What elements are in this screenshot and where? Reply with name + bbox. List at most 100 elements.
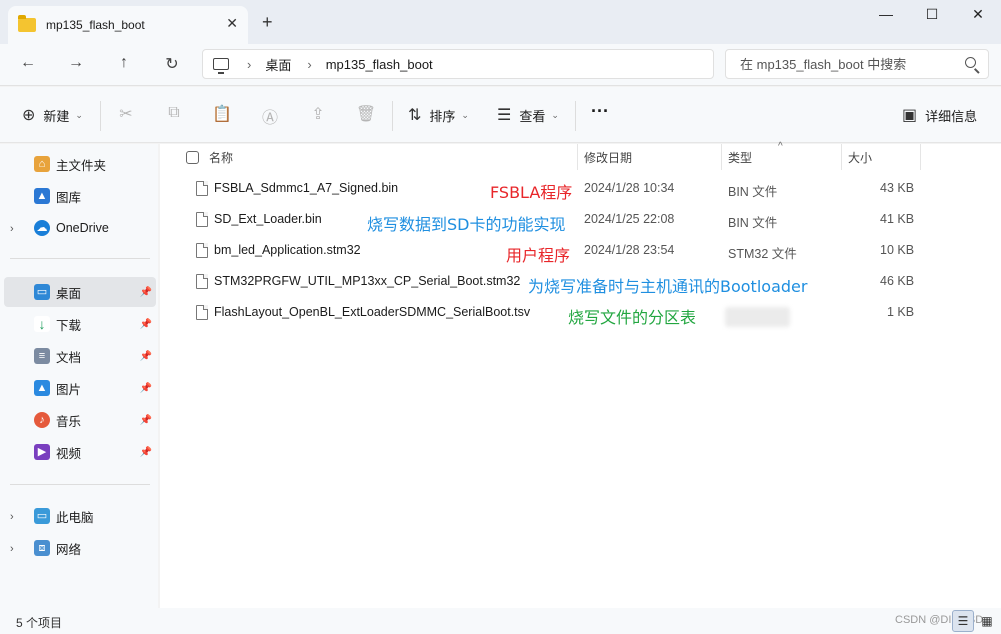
rename-icon[interactable]: Ⓐ xyxy=(259,104,281,128)
breadcrumb-desktop[interactable]: 桌面 xyxy=(265,55,291,74)
cut-icon[interactable]: ✂ xyxy=(115,104,137,124)
sidebar-item-gallery[interactable]: ▲ 图库 xyxy=(4,181,156,211)
file-icon xyxy=(196,212,208,227)
pin-icon[interactable]: 📌 xyxy=(140,319,152,330)
home-icon: ⌂ xyxy=(34,156,50,172)
toolbar-divider xyxy=(392,101,393,131)
more-options-button[interactable]: ··· xyxy=(591,101,609,122)
search-input[interactable] xyxy=(740,56,955,72)
column-divider[interactable] xyxy=(841,144,842,170)
pin-icon[interactable]: 📌 xyxy=(140,383,152,394)
paste-icon[interactable]: 📋 xyxy=(211,104,233,124)
sort-label: 排序 xyxy=(429,108,456,124)
refresh-icon[interactable]: ↻ xyxy=(160,54,184,74)
toolbar-divider xyxy=(575,101,576,131)
sidebar-item-this-pc[interactable]: ▭ 此电脑 xyxy=(4,501,156,531)
tab-close-icon[interactable]: ✕ xyxy=(226,15,238,32)
new-tab-button[interactable]: + xyxy=(262,12,273,33)
annotation-flashlayout: 烧写文件的分区表 xyxy=(568,308,697,327)
sidebar-item-pictures[interactable]: ▲ 图片 📌 xyxy=(4,373,156,403)
new-button[interactable]: ⊕ 新建 ⌄ xyxy=(22,105,83,125)
file-icon xyxy=(196,243,208,258)
search-icon xyxy=(965,57,976,68)
column-header-type[interactable]: 类型 xyxy=(728,144,752,170)
navigation-pane: ⌂ 主文件夹 ▲ 图库 › ☁ OneDrive ▭ 桌面 📌 ↓ 下载 📌 ≡… xyxy=(0,144,158,608)
address-bar[interactable]: › 桌面 › mp135_flash_boot xyxy=(202,49,714,79)
file-size: 43 KB xyxy=(880,181,915,195)
sidebar-item-label: 图片 xyxy=(56,382,82,397)
file-type: STM32 文件 xyxy=(728,247,797,261)
share-icon[interactable]: ⇪ xyxy=(307,104,329,124)
annotation-application: 用户程序 xyxy=(506,246,571,265)
pin-icon[interactable]: 📌 xyxy=(140,415,152,426)
search-box[interactable] xyxy=(725,49,989,79)
column-header-size[interactable]: 大小 xyxy=(848,144,872,170)
delete-icon[interactable]: 🗑 xyxy=(355,104,377,124)
forward-arrow-icon[interactable]: → xyxy=(64,54,88,72)
copy-icon[interactable]: ⧉ xyxy=(163,104,185,122)
sidebar-item-music[interactable]: ♪ 音乐 📌 xyxy=(4,405,156,435)
annotation-fsbla: FSBLA程序 xyxy=(490,183,573,202)
pin-icon[interactable]: 📌 xyxy=(140,447,152,458)
title-bar: mp135_flash_boot ✕ + — ☐ ✕ xyxy=(0,0,1001,44)
up-arrow-icon[interactable]: ↑ xyxy=(112,54,136,72)
details-view-icon[interactable]: ☰ xyxy=(952,610,974,632)
column-divider[interactable] xyxy=(721,144,722,170)
file-name: SD_Ext_Loader.bin xyxy=(214,212,322,226)
file-size: 46 KB xyxy=(880,274,915,288)
file-size: 41 KB xyxy=(880,212,915,226)
network-icon: ⧈ xyxy=(34,540,50,556)
details-pane-button[interactable]: ▣ 详细信息 xyxy=(902,105,977,125)
column-header-name[interactable]: 名称 xyxy=(209,144,233,170)
item-count: 5 个项目 xyxy=(16,616,63,630)
column-header-date[interactable]: 修改日期 xyxy=(584,144,632,170)
chevron-down-icon: ⌄ xyxy=(75,109,83,120)
sidebar-item-downloads[interactable]: ↓ 下载 📌 xyxy=(4,309,156,339)
chevron-down-icon: ⌄ xyxy=(461,109,469,120)
music-icon: ♪ xyxy=(34,412,50,428)
column-divider[interactable] xyxy=(577,144,578,170)
video-icon: ▶ xyxy=(34,444,50,460)
back-arrow-icon[interactable]: ← xyxy=(16,54,40,72)
sidebar-item-label: 图库 xyxy=(56,190,82,205)
file-list: 名称 修改日期 ^ 类型 大小 FSBLA_Sdmmc1_A7_Signed.b… xyxy=(160,141,1001,608)
annotation-sd-ext-loader: 烧写数据到SD卡的功能实现 xyxy=(367,215,566,234)
file-row[interactable]: FlashLayout_OpenBL_ExtLoaderSDMMC_Serial… xyxy=(160,297,920,328)
breadcrumb-separator: › xyxy=(247,56,252,72)
computer-icon xyxy=(213,58,229,74)
sidebar-item-home[interactable]: ⌂ 主文件夹 xyxy=(4,149,156,179)
column-size-label: 大小 xyxy=(848,150,873,165)
close-window-button[interactable]: ✕ xyxy=(955,6,1001,23)
tiles-view-icon[interactable]: ▦ xyxy=(976,610,998,632)
pc-icon: ▭ xyxy=(34,508,50,524)
tab-mp135-flash-boot[interactable]: mp135_flash_boot ✕ xyxy=(8,6,248,44)
view-button[interactable]: ☰ 查看 ⌄ xyxy=(497,105,559,125)
select-all-checkbox[interactable] xyxy=(186,144,199,170)
sidebar-item-desktop[interactable]: ▭ 桌面 📌 xyxy=(4,277,156,307)
column-divider[interactable] xyxy=(920,144,921,170)
checkbox-icon xyxy=(186,150,199,164)
sidebar-item-label: 下载 xyxy=(56,318,82,333)
sidebar-item-label: 网络 xyxy=(56,542,82,557)
toolbar-divider xyxy=(100,101,101,131)
file-icon xyxy=(196,305,208,320)
tab-title: mp135_flash_boot xyxy=(46,18,145,32)
view-label: 查看 xyxy=(519,108,546,124)
onedrive-icon: ☁ xyxy=(34,220,50,236)
sort-icon: ⇅ xyxy=(408,107,422,124)
minimize-button[interactable]: — xyxy=(863,6,909,22)
file-size: 1 KB xyxy=(887,305,915,319)
column-date-label: 修改日期 xyxy=(584,150,633,165)
view-list-icon: ☰ xyxy=(497,107,512,124)
sidebar-item-network[interactable]: ⧈ 网络 xyxy=(4,533,156,563)
pin-icon[interactable]: 📌 xyxy=(140,287,152,298)
sidebar-item-documents[interactable]: ≡ 文档 📌 xyxy=(4,341,156,371)
sort-ascending-icon: ^ xyxy=(778,141,783,152)
new-label: 新建 xyxy=(43,108,70,124)
sidebar-item-videos[interactable]: ▶ 视频 📌 xyxy=(4,437,156,467)
breadcrumb-current-folder[interactable]: mp135_flash_boot xyxy=(326,57,433,72)
sidebar-item-onedrive[interactable]: ☁ OneDrive xyxy=(4,213,156,243)
pin-icon[interactable]: 📌 xyxy=(140,351,152,362)
maximize-button[interactable]: ☐ xyxy=(909,6,955,23)
sort-button[interactable]: ⇅ 排序 ⌄ xyxy=(408,105,469,125)
